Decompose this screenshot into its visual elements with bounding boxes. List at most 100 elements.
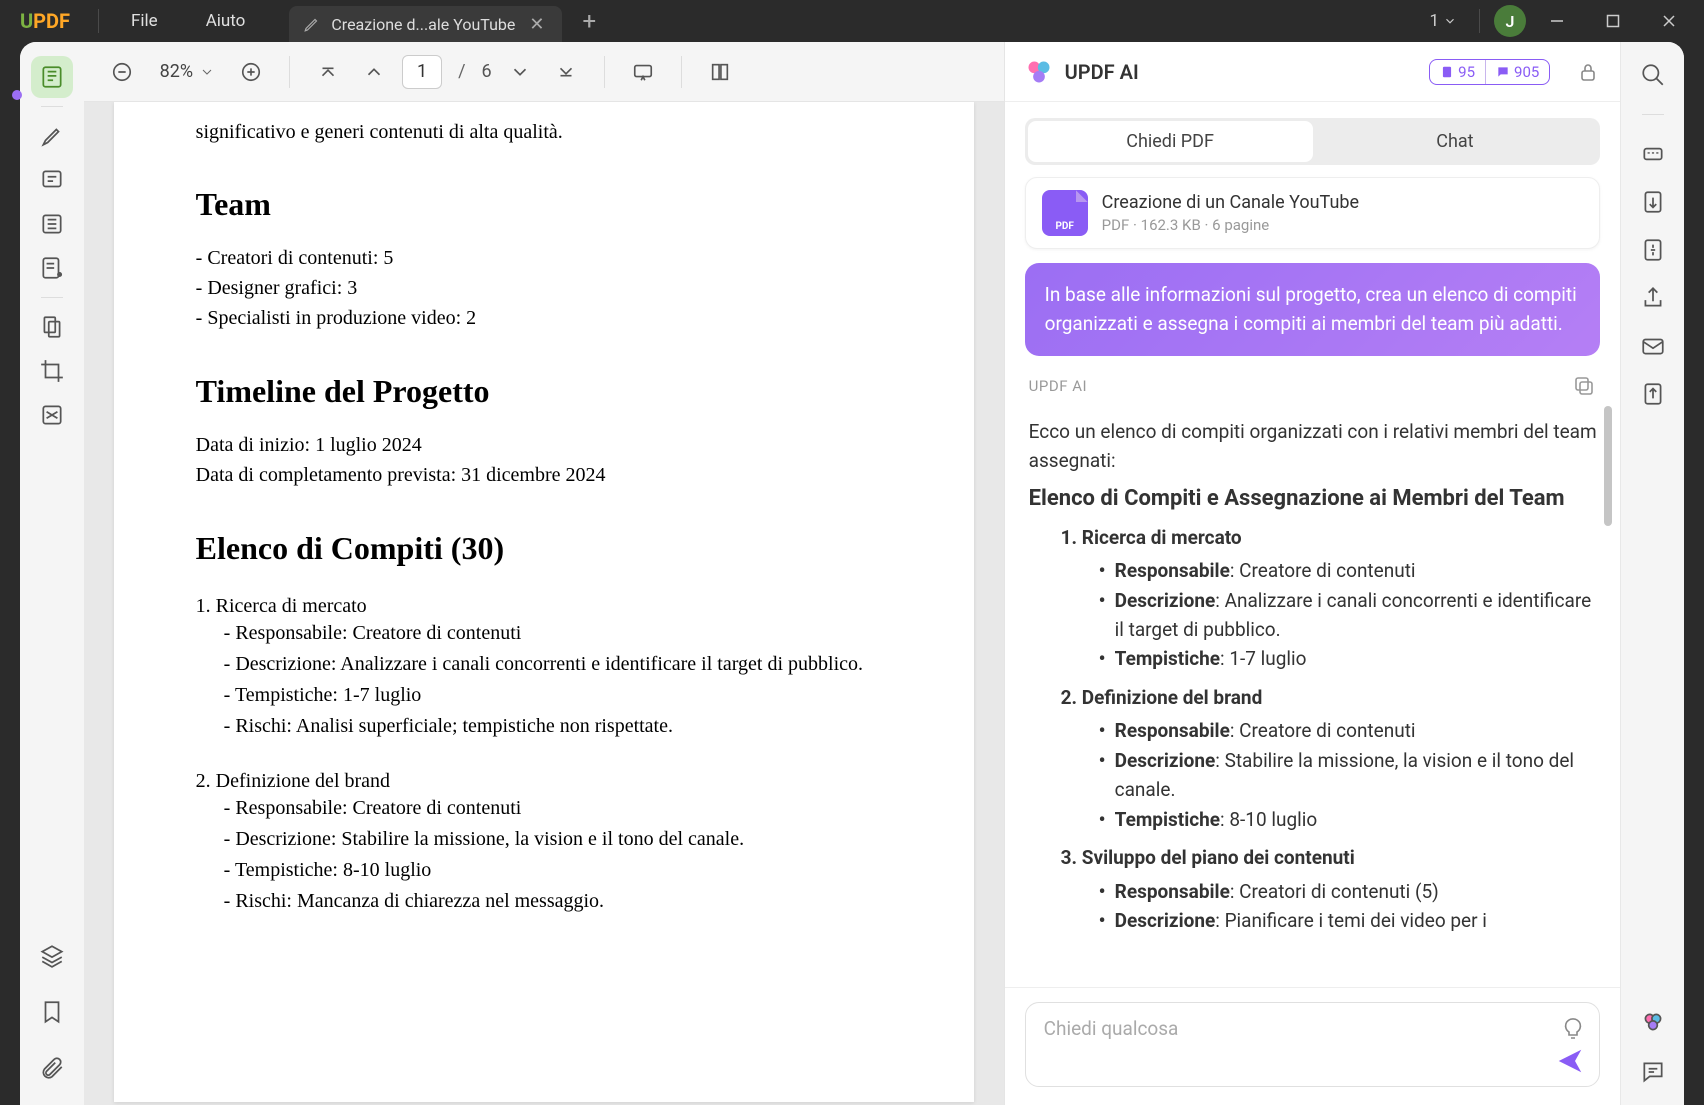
zoom-out-button[interactable] (104, 54, 140, 90)
divider (41, 297, 63, 298)
task-detail: - Rischi: Mancanza di chiarezza nel mess… (196, 886, 892, 917)
page-total: 6 (482, 61, 492, 82)
lock-icon[interactable] (1576, 60, 1600, 84)
prev-page-button[interactable] (356, 54, 392, 90)
pdf-page: significativo e generi contenuti di alta… (114, 102, 974, 1102)
ai-task-title: 2. Definizione del brand (1061, 684, 1599, 713)
ai-input[interactable] (1044, 1017, 1550, 1040)
task-detail: - Tempistiche: 8-10 luglio (196, 855, 892, 886)
organize-tool[interactable] (31, 306, 73, 348)
zoom-select[interactable]: 82% (150, 57, 223, 86)
ai-task-detail: Descrizione: Analizzare i canali concorr… (1099, 586, 1599, 645)
divider (1642, 114, 1664, 115)
hint-icon[interactable] (1561, 1017, 1585, 1041)
ai-assistant-icon[interactable] (1638, 1007, 1668, 1037)
timeline-heading: Timeline del Progetto (196, 373, 892, 410)
ai-task-detail: Tempistiche: 8-10 luglio (1099, 805, 1599, 834)
user-prompt-bubble: In base alle informazioni sul progetto, … (1025, 263, 1601, 356)
edit-text-tool[interactable] (31, 203, 73, 245)
layers-tool[interactable] (31, 935, 73, 977)
ai-task-item: 1. Ricerca di mercato Responsabile: Creat… (1061, 524, 1599, 674)
highlight-tool[interactable] (31, 115, 73, 157)
email-icon[interactable] (1638, 331, 1668, 361)
ai-logo-icon (1025, 58, 1053, 86)
search-icon[interactable] (1638, 60, 1668, 90)
zoom-in-button[interactable] (233, 54, 269, 90)
team-line: - Designer grafici: 3 (196, 273, 892, 303)
ai-credit-badges[interactable]: 95 905 (1429, 59, 1550, 85)
pdf-file-icon: PDF (1042, 190, 1088, 236)
ai-task-detail: Descrizione: Stabilire la missione, la v… (1099, 746, 1599, 805)
user-avatar[interactable]: J (1494, 5, 1526, 37)
response-intro: Ecco un elenco di compiti organizzati co… (1029, 418, 1599, 475)
share-icon[interactable] (1638, 283, 1668, 313)
ai-tabs: Chiedi PDF Chat (1025, 118, 1601, 165)
task-title: 2. Definizione del brand (196, 770, 892, 793)
presentation-button[interactable] (625, 54, 661, 90)
scrollbar-thumb[interactable] (1604, 406, 1612, 526)
menu-help[interactable]: Aiuto (182, 11, 270, 31)
task-detail: - Responsabile: Creatore di contenuti (196, 793, 892, 824)
task-detail: - Tempistiche: 1-7 luglio (196, 680, 892, 711)
divider (1479, 9, 1480, 33)
ai-task-item: 3. Sviluppo del piano dei contenuti Respo… (1061, 844, 1599, 935)
team-heading: Team (196, 186, 892, 223)
task-detail: - Rischi: Analisi superficiale; tempisti… (196, 711, 892, 742)
attachment-tool[interactable] (31, 1047, 73, 1089)
first-page-button[interactable] (310, 54, 346, 90)
ai-header: UPDF AI 95 905 (1005, 42, 1621, 102)
task-detail: - Descrizione: Analizzare i canali conco… (196, 649, 892, 680)
ai-task-detail: Tempistiche: 1-7 luglio (1099, 644, 1599, 673)
comment-tool[interactable] (31, 159, 73, 201)
page-separator: / (452, 61, 471, 82)
ai-response[interactable]: Ecco un elenco di compiti organizzati co… (1025, 406, 1615, 987)
ai-task-item: 2. Definizione del brandResponsabile: Cr… (1061, 684, 1599, 834)
reader-tool[interactable] (31, 56, 73, 98)
ai-task-title: 1. Ricerca di mercato (1061, 524, 1599, 553)
next-page-button[interactable] (502, 54, 538, 90)
tab-title: Creazione d...ale YouTube (331, 15, 515, 34)
crop-tool[interactable] (31, 350, 73, 392)
export-icon[interactable] (1638, 379, 1668, 409)
send-button[interactable] (1555, 1046, 1585, 1076)
ai-tab-chat[interactable]: Chat (1313, 121, 1598, 162)
chevron-down-icon (1443, 14, 1457, 28)
task-detail: - Responsabile: Creatore di contenuti (196, 618, 892, 649)
window-count[interactable]: 1 (1421, 7, 1465, 35)
close-button[interactable] (1644, 0, 1694, 42)
minimize-button[interactable] (1532, 0, 1582, 42)
add-tab-button[interactable]: + (562, 7, 616, 35)
copy-icon[interactable] (1572, 374, 1596, 398)
ai-task-detail: Responsabile: Creatori di contenuti (5) (1099, 877, 1599, 906)
document-viewer[interactable]: significativo e generi contenuti di alta… (84, 102, 1004, 1105)
right-sidebar (1620, 42, 1684, 1105)
page-number-input[interactable] (402, 55, 442, 89)
divider (289, 56, 290, 88)
ai-task-detail: Descrizione: Pianificare i temi dei vide… (1099, 906, 1599, 935)
team-line: - Specialisti in produzione video: 2 (196, 303, 892, 333)
convert-icon[interactable] (1638, 187, 1668, 217)
ocr-icon[interactable] (1638, 139, 1668, 169)
ai-file-card[interactable]: PDF Creazione di un Canale YouTube PDF ·… (1025, 177, 1601, 249)
compress-icon[interactable] (1638, 235, 1668, 265)
menu-file[interactable]: File (107, 11, 182, 31)
ai-tab-ask-pdf[interactable]: Chiedi PDF (1028, 121, 1313, 162)
ai-panel: UPDF AI 95 905 Chiedi PDF Chat PDF Creaz… (1004, 42, 1621, 1105)
maximize-button[interactable] (1588, 0, 1638, 42)
task-block: 1. Ricerca di mercato- Responsabile: Cre… (196, 595, 892, 742)
feedback-icon[interactable] (1638, 1057, 1668, 1087)
left-sidebar (20, 42, 84, 1105)
redact-tool[interactable] (31, 394, 73, 436)
document-tab[interactable]: Creazione d...ale YouTube ✕ (289, 6, 562, 42)
team-line: - Creatori di contenuti: 5 (196, 243, 892, 273)
view-mode-button[interactable] (702, 54, 738, 90)
form-tool[interactable] (31, 247, 73, 289)
bookmark-tool[interactable] (31, 991, 73, 1033)
ai-task-detail: Responsabile: Creatore di contenuti (1099, 556, 1599, 585)
close-tab-icon[interactable]: ✕ (525, 14, 548, 35)
last-page-button[interactable] (548, 54, 584, 90)
tasks-heading: Elenco di Compiti (30) (196, 530, 892, 567)
ai-task-title: 3. Sviluppo del piano dei contenuti (1061, 844, 1599, 873)
divider (604, 56, 605, 88)
indicator-dot (12, 90, 22, 100)
